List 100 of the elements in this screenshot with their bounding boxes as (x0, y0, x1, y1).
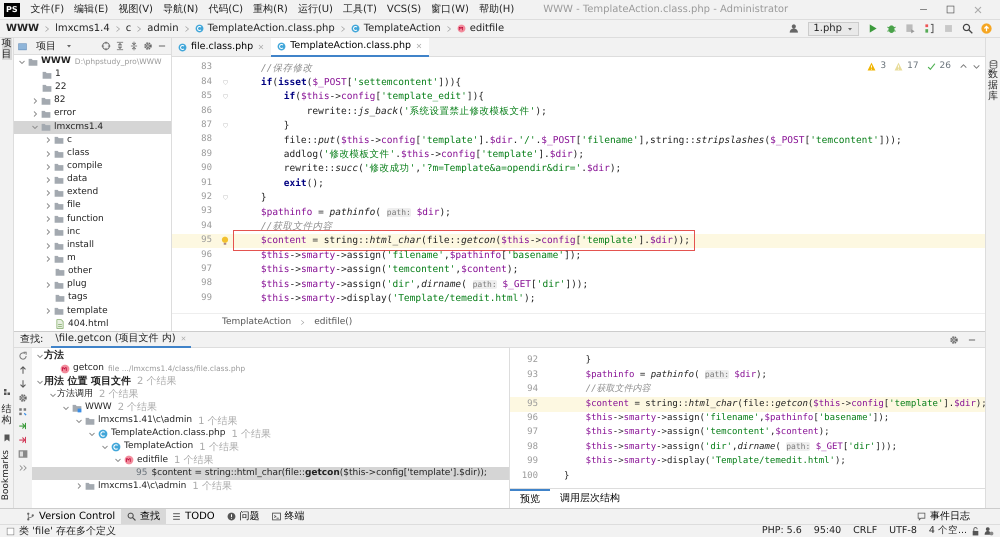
project-view-dropdown[interactable]: 项目 (31, 38, 61, 54)
checkbox-icon[interactable] (6, 526, 15, 536)
fold-marker-icon[interactable] (222, 194, 228, 202)
breadcrumb-item[interactable]: TemplateAction.class.php (208, 21, 335, 36)
navigate-icon[interactable] (18, 435, 28, 445)
more-icon[interactable] (18, 463, 28, 473)
close-icon[interactable] (180, 335, 187, 342)
tree-item[interactable]: m (14, 252, 171, 266)
tree-item[interactable]: extend (14, 186, 171, 200)
database-icon[interactable] (988, 60, 998, 69)
search-icon[interactable] (962, 23, 973, 34)
close-icon[interactable] (972, 4, 984, 16)
preview-tab[interactable]: 调用层次结构 (550, 488, 630, 508)
editor-tab[interactable]: TemplateAction.class.php (271, 38, 429, 56)
status-item[interactable]: 4 个空... (928, 524, 967, 537)
tree-item[interactable]: other (14, 265, 171, 278)
navigate-icon[interactable] (18, 421, 28, 431)
event-log-button[interactable]: 事件日志 (911, 509, 976, 524)
arrow-up-icon[interactable] (18, 365, 28, 375)
menu-item[interactable]: 窗口(W) (426, 2, 474, 17)
tree-item[interactable]: data (14, 173, 171, 186)
find-tab[interactable]: \file.getcon (项目文件 内) (51, 331, 191, 348)
result-node[interactable]: editfile (137, 454, 168, 468)
menu-item[interactable]: 运行(U) (292, 2, 338, 17)
status-item[interactable]: CRLF (853, 524, 878, 537)
tree-item[interactable]: class (14, 147, 171, 160)
menu-item[interactable]: 代码(C) (203, 2, 248, 17)
menu-item[interactable]: 帮助(H) (474, 2, 520, 17)
chevron-down-icon[interactable] (49, 390, 57, 399)
inspector-icon[interactable] (984, 526, 994, 536)
usage-line[interactable]: $content = string::html_char(file::getcon($this->config['template'].$dir)); (151, 466, 487, 480)
status-item[interactable]: PHP: 5.6 (762, 524, 802, 537)
result-node[interactable]: getcon (73, 362, 104, 376)
result-node[interactable]: lmxcms1.4\c\admin (98, 480, 186, 494)
chevron-down-icon[interactable] (36, 378, 44, 386)
arrow-down-icon[interactable] (18, 379, 28, 389)
chevron-down-icon[interactable] (62, 404, 70, 412)
settings-icon[interactable] (143, 41, 153, 52)
result-node[interactable]: WWW (85, 401, 112, 415)
tree-item[interactable]: c (14, 134, 171, 148)
breadcrumb-item[interactable]: WWW (6, 21, 40, 36)
chevron-down-icon[interactable] (36, 352, 44, 360)
breadcrumb-item[interactable]: TemplateAction (222, 316, 292, 330)
tree-item[interactable]: 22 (14, 81, 171, 94)
tool-window-tab[interactable]: Bookmarks (0, 450, 14, 500)
result-node[interactable]: TemplateAction.class.php (111, 427, 226, 441)
tree-item[interactable]: inc (14, 226, 171, 240)
project-tool-tab[interactable]: 项目 (2, 38, 12, 60)
editor-tab[interactable]: file.class.php (172, 38, 272, 56)
breadcrumb-item[interactable]: TemplateAction (364, 21, 441, 36)
structure-icon[interactable] (2, 388, 10, 396)
breadcrumb-item[interactable]: c (126, 21, 132, 36)
profiler-icon[interactable] (924, 23, 935, 34)
bookmark-icon[interactable] (2, 434, 10, 442)
close-icon[interactable] (415, 42, 423, 50)
crosshair-icon[interactable] (101, 41, 111, 52)
tree-item-label[interactable]: WWW (41, 54, 71, 68)
tree-item[interactable]: template (14, 304, 171, 318)
fold-marker-icon[interactable] (222, 122, 228, 130)
breadcrumb-item[interactable]: admin (147, 21, 179, 36)
settings-icon[interactable] (949, 334, 959, 344)
chevron-down-icon[interactable] (114, 456, 122, 464)
tool-window-tab[interactable]: 结构 (2, 404, 12, 426)
tree-item[interactable]: 404.html (14, 318, 171, 331)
menu-item[interactable]: 编辑(E) (69, 2, 114, 17)
settings-icon[interactable] (18, 393, 28, 403)
menu-item[interactable]: VCS(S) (382, 2, 426, 17)
breadcrumb-item[interactable]: editfile (470, 21, 504, 36)
refresh-icon[interactable] (18, 351, 28, 361)
tree-item[interactable]: tags (14, 292, 171, 305)
chevron-right-icon[interactable] (75, 482, 83, 490)
tool-window-tab[interactable]: 问题 (220, 509, 266, 524)
menu-item[interactable]: 导航(N) (158, 2, 204, 17)
user-icon[interactable] (789, 23, 800, 34)
menu-item[interactable]: 文件(F) (26, 2, 70, 17)
tree-item[interactable]: function (14, 212, 171, 226)
fold-marker-icon[interactable] (222, 79, 228, 86)
result-node[interactable]: 方法 (44, 348, 64, 364)
maximize-icon[interactable] (945, 4, 956, 15)
result-node[interactable]: 方法调用 (57, 388, 93, 402)
tool-window-tab[interactable]: Version Control (20, 509, 122, 524)
breadcrumb-item[interactable]: lmxcms1.4 (55, 21, 110, 36)
menu-item[interactable]: 视图(V) (113, 2, 158, 17)
run-config-dropdown[interactable]: 1.php (808, 22, 859, 36)
result-node[interactable]: lmxcms1.41\c\admin (98, 414, 192, 428)
bug-icon[interactable] (886, 23, 897, 34)
tree-item[interactable]: install (14, 239, 171, 252)
result-node[interactable]: TemplateAction (124, 440, 194, 454)
tree-item[interactable]: error (14, 108, 171, 121)
preview-icon[interactable] (18, 449, 28, 459)
tool-window-tab[interactable]: 查找 (121, 509, 166, 524)
collapse-all-icon[interactable] (129, 41, 139, 52)
play-icon[interactable] (867, 23, 878, 34)
tree-item[interactable]: compile (14, 160, 171, 174)
tree-item[interactable]: 82 (14, 94, 171, 108)
tool-window-tab[interactable]: TODO (166, 509, 221, 524)
lock-icon[interactable] (971, 526, 980, 536)
close-icon[interactable] (257, 43, 266, 51)
database-tool-tab[interactable]: 数据库 (988, 69, 998, 102)
chevron-down-icon[interactable] (88, 430, 96, 438)
